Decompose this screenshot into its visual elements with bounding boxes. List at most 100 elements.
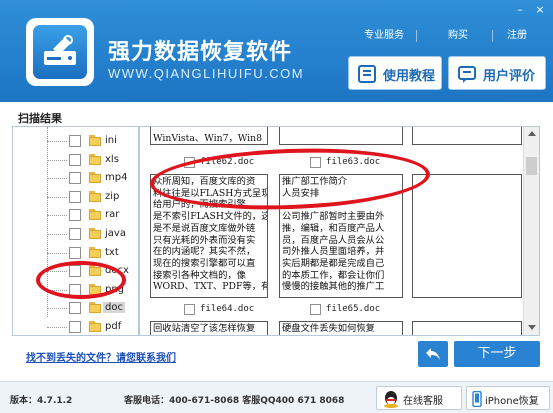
folder-icon bbox=[89, 190, 101, 202]
folder-icon bbox=[89, 265, 101, 277]
file-type-item[interactable]: txt bbox=[69, 244, 138, 262]
tree-line bbox=[47, 141, 67, 142]
close-button[interactable]: × bbox=[534, 4, 546, 16]
buy-link[interactable]: 购买 bbox=[428, 28, 488, 44]
tutorial-button[interactable]: 使用教程 bbox=[348, 56, 442, 90]
doc-thumbnail[interactable]: 回收站清空了该怎样恢复 bbox=[150, 321, 268, 335]
doc-caption[interactable]: file63.doc bbox=[310, 156, 400, 170]
back-button[interactable] bbox=[418, 341, 448, 367]
checkbox[interactable] bbox=[69, 135, 81, 147]
folder-icon bbox=[89, 153, 101, 165]
checkbox[interactable] bbox=[310, 304, 321, 315]
checkbox[interactable] bbox=[69, 321, 81, 333]
review-button[interactable]: 用户评价 bbox=[448, 56, 546, 90]
doc-text-line: 推，编辑，和百度产品人 bbox=[282, 222, 385, 234]
doc-text-line: 推广部工作简介 bbox=[282, 176, 348, 187]
comment-icon bbox=[457, 64, 477, 84]
hard-drive-icon bbox=[33, 25, 87, 79]
file-type-item[interactable]: xls bbox=[69, 151, 138, 169]
tree-line bbox=[47, 196, 67, 198]
checkbox[interactable] bbox=[310, 157, 321, 168]
tree-line bbox=[47, 252, 67, 254]
checkbox[interactable] bbox=[69, 283, 81, 296]
doc-caption[interactable]: file65.doc bbox=[310, 303, 400, 317]
contact-text: 客服电话：400-671-8068 客服QQ400 671 8068 bbox=[124, 396, 345, 406]
doc-text-line: 员，百度产品人员会从公 bbox=[282, 234, 385, 246]
file-type-item[interactable]: zip bbox=[69, 188, 138, 206]
divider bbox=[492, 30, 493, 42]
scan-result-title: 扫描结果 bbox=[18, 112, 62, 125]
checkbox[interactable] bbox=[69, 209, 81, 222]
scroll-up-icon[interactable] bbox=[528, 131, 536, 136]
file-type-label: rar bbox=[105, 209, 120, 221]
scroll-thumb[interactable] bbox=[526, 157, 537, 175]
checkbox[interactable] bbox=[184, 304, 195, 315]
doc-text-line: 接索引各种文档的，像 bbox=[153, 269, 246, 281]
file-type-item[interactable]: ini bbox=[69, 132, 138, 150]
doc-thumbnail[interactable]: WinVista、Win7，Win8 bbox=[150, 127, 268, 145]
file-type-label: png bbox=[105, 283, 125, 295]
file-type-item[interactable]: doc bbox=[69, 299, 138, 317]
file-type-item[interactable]: mp4 bbox=[69, 169, 138, 187]
doc-filename: file63.doc bbox=[326, 157, 381, 167]
register-link[interactable]: 注册 bbox=[494, 28, 540, 44]
iphone-recovery-button[interactable]: iPhone恢复 bbox=[466, 386, 550, 410]
doc-filename: file62.doc bbox=[200, 157, 255, 167]
scroll-down-icon[interactable] bbox=[528, 325, 536, 330]
doc-filename: file64.doc bbox=[200, 304, 255, 314]
doc-thumbnail[interactable] bbox=[279, 127, 403, 145]
file-type-label: ini bbox=[105, 135, 117, 146]
doc-text-line: 慢慢的接触其他的推广工 bbox=[282, 281, 385, 293]
file-type-label: pdf bbox=[105, 321, 122, 332]
file-type-item[interactable]: rar bbox=[69, 206, 138, 224]
doc-text-line: 司外推人员里面培养，并 bbox=[282, 246, 385, 258]
checkbox[interactable] bbox=[184, 157, 195, 168]
checkbox[interactable] bbox=[69, 172, 81, 185]
doc-thumbnail[interactable] bbox=[412, 127, 522, 145]
folder-icon bbox=[89, 302, 101, 314]
checkbox[interactable] bbox=[69, 153, 81, 166]
doc-caption[interactable]: file62.doc bbox=[184, 156, 274, 170]
tree-line bbox=[47, 271, 67, 273]
tree-line bbox=[47, 289, 67, 291]
tree-line bbox=[47, 215, 67, 217]
checkbox[interactable] bbox=[69, 190, 81, 203]
folder-icon bbox=[89, 228, 101, 239]
next-step-button[interactable]: 下一步 bbox=[454, 341, 540, 367]
file-type-item[interactable]: pdf bbox=[69, 318, 138, 335]
checkbox[interactable] bbox=[69, 302, 81, 315]
doc-text-line: 众所周知，百度文库的资 bbox=[153, 176, 256, 187]
doc-text-line: 现在的搜索引擎都可以直 bbox=[153, 257, 256, 269]
checkbox[interactable] bbox=[69, 228, 81, 240]
online-service-button[interactable]: 在线客服 bbox=[376, 386, 462, 410]
checkbox[interactable] bbox=[69, 246, 81, 259]
checkbox[interactable] bbox=[69, 265, 81, 278]
folder-icon bbox=[89, 135, 101, 146]
file-type-item[interactable]: docx bbox=[69, 262, 138, 280]
doc-thumbnail[interactable] bbox=[412, 321, 522, 335]
file-type-label: zip bbox=[105, 190, 120, 202]
contact-us-link[interactable]: 找不到丢失的文件？请您联系我们 bbox=[26, 349, 176, 364]
doc-thumbnail[interactable] bbox=[412, 174, 522, 298]
vertical-scrollbar[interactable] bbox=[523, 127, 539, 335]
footer: 版本：4.7.1.2 客服电话：400-671-8068 客服QQ400 671… bbox=[0, 381, 553, 413]
file-type-item[interactable]: java bbox=[69, 225, 138, 243]
doc-thumbnail[interactable]: 众所周知，百度文库的资 料往往是以FLASH方式呈现 给用户的，而搜索引擎 是不索引F… bbox=[150, 174, 268, 298]
header: 强力数据恢复软件 WWW.QIANGLIHUIFU.COM 专业服务 购买 注册… bbox=[0, 0, 553, 102]
doc-thumbnail[interactable]: 硬盘文件丢失如何恢复 bbox=[279, 321, 403, 335]
tree-line bbox=[47, 308, 67, 310]
file-type-item[interactable]: png bbox=[69, 281, 138, 299]
online-service-label: 在线客服 bbox=[403, 396, 443, 407]
doc-text-line: WORD、TXT、PDF等，有的 bbox=[153, 281, 268, 293]
pro-service-link[interactable]: 专业服务 bbox=[360, 28, 408, 44]
book-icon bbox=[357, 64, 377, 84]
folder-icon bbox=[89, 283, 101, 295]
doc-thumbnail[interactable]: 推广部工作简介 人员安排 公司推广部暂时主要由外 推，编辑，和百度产品人 员，百度产品人… bbox=[279, 174, 403, 298]
minimize-button[interactable]: – bbox=[514, 4, 526, 16]
doc-text-line: 是不是说百度文库做外链 bbox=[153, 222, 256, 234]
app-url: WWW.QIANGLIHUIFU.COM bbox=[108, 66, 305, 81]
doc-caption[interactable]: file64.doc bbox=[184, 303, 274, 317]
doc-text-line: WinVista、Win7，Win8 bbox=[153, 133, 263, 144]
app-title: 强力数据恢复软件 bbox=[108, 40, 293, 65]
phone-icon bbox=[472, 391, 482, 407]
